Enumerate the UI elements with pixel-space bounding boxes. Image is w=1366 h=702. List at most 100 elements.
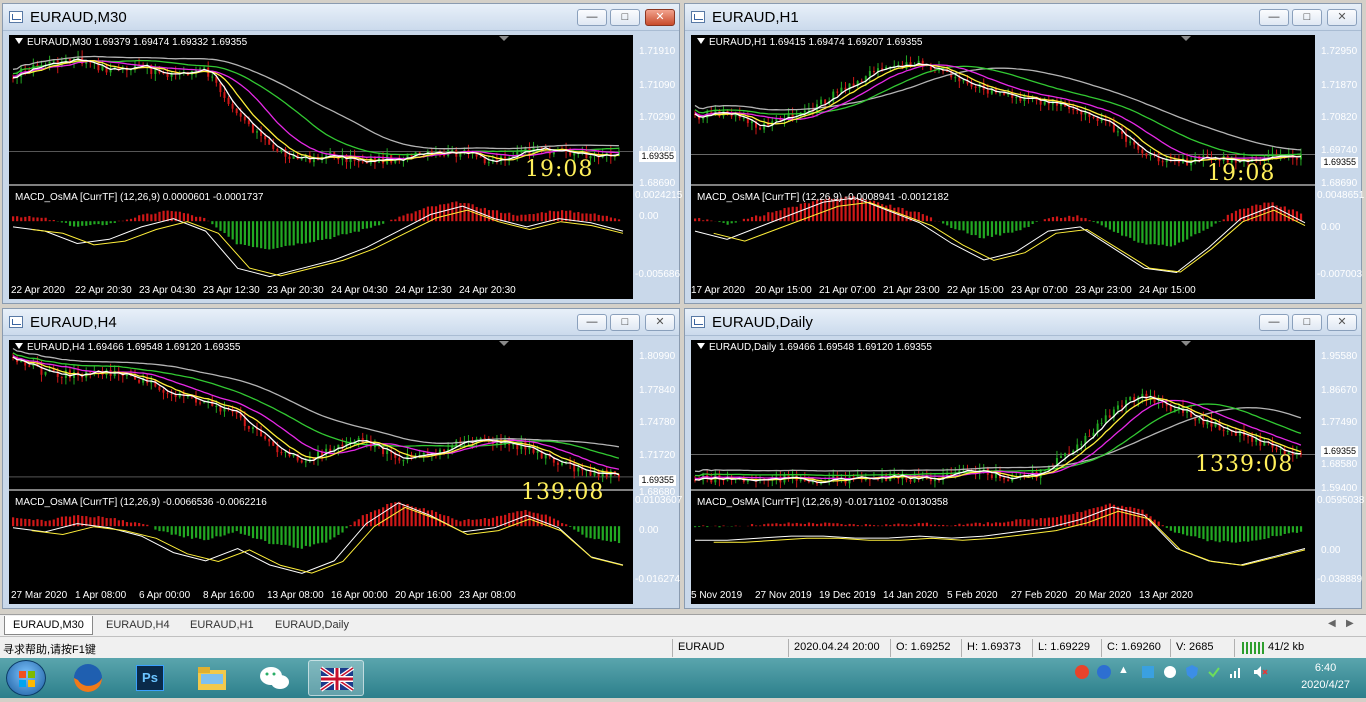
chart-canvas[interactable]: EURAUD,M30 1.69379 1.69474 1.69332 1.693… <box>9 35 633 299</box>
taskbar-clock[interactable]: 6:40 2020/4/27 <box>1301 660 1350 694</box>
chart-window-h4[interactable]: EURAUD,H4 — □ ✕ EURAUD,H4 1.69466 1.6954… <box>2 308 680 609</box>
tab-euraud-h4[interactable]: EURAUD,H4 <box>98 616 178 635</box>
close-button[interactable]: ✕ <box>1327 314 1357 331</box>
tab-euraud-m30[interactable]: EURAUD,M30 <box>4 616 93 635</box>
candle-body <box>971 84 973 87</box>
macd-histogram-bar <box>154 214 156 222</box>
candle-body <box>763 123 765 129</box>
network-cube-icon[interactable] <box>1140 664 1156 683</box>
macd-histogram-bar <box>1023 519 1025 526</box>
macd-histogram-bar <box>1011 221 1013 232</box>
chart-canvas[interactable]: EURAUD,Daily 1.69466 1.69548 1.69120 1.6… <box>691 340 1315 604</box>
help-icon[interactable] <box>1096 664 1112 683</box>
maximize-button[interactable]: □ <box>1292 314 1322 331</box>
minimize-button[interactable]: — <box>577 9 607 26</box>
candle-body <box>1227 431 1229 432</box>
tab-scroll-left-icon[interactable]: ◀ <box>1328 618 1336 629</box>
close-button[interactable]: ✕ <box>645 9 675 26</box>
photoshop-taskbar-button[interactable]: Ps <box>122 660 178 696</box>
macd-axis-label: -0.007003 <box>1317 269 1362 280</box>
macd-histogram-bar <box>276 526 278 544</box>
macd-histogram-bar <box>122 520 124 526</box>
macd-histogram-bar <box>702 525 704 526</box>
macd-indicator-label: MACD_OsMA [CurrTF] (12,26,9) -0.0066536 … <box>15 497 267 508</box>
status-open: O: 1.69252 <box>896 641 950 653</box>
macd-histogram-bar <box>771 212 773 221</box>
macd-histogram-bar <box>309 526 311 546</box>
macd-histogram-bar <box>816 524 818 526</box>
close-button[interactable]: ✕ <box>645 314 675 331</box>
macd-histogram-bar <box>1239 526 1241 542</box>
window-title-bar[interactable]: EURAUD,Daily — □ ✕ <box>685 309 1361 336</box>
metatrader-taskbar-button[interactable] <box>308 660 364 696</box>
minimize-button[interactable]: — <box>1259 314 1289 331</box>
macd-axis-label: 0.00 <box>639 525 658 536</box>
macd-histogram-bar <box>1109 221 1111 229</box>
candle-body <box>280 452 282 453</box>
candle-body <box>276 446 278 452</box>
macd-histogram-bar <box>735 221 737 222</box>
macd-histogram-bar <box>114 221 116 223</box>
macd-histogram-bar <box>1231 213 1233 221</box>
volume-muted-icon[interactable] <box>1252 664 1268 683</box>
macd-histogram-bar <box>755 525 757 526</box>
macd-histogram-bar <box>1101 221 1103 225</box>
macd-histogram-bar <box>1182 526 1184 534</box>
macd-histogram-bar <box>101 221 103 225</box>
macd-histogram-bar <box>333 526 335 537</box>
candle-body <box>167 393 169 394</box>
candle-body <box>248 120 250 124</box>
tab-euraud-h1[interactable]: EURAUD,H1 <box>182 616 262 635</box>
candle-body <box>836 92 838 93</box>
candle-body <box>264 436 266 439</box>
macd-histogram-bar <box>1284 526 1286 534</box>
clock-date: 2020/4/27 <box>1301 677 1350 694</box>
macd-histogram-bar <box>585 213 587 221</box>
macd-histogram-bar <box>759 526 761 527</box>
chart-window-m30[interactable]: EURAUD,M30 — □ ✕ EURAUD,M30 1.69379 1.69… <box>2 3 680 304</box>
macd-histogram-bar <box>594 526 596 539</box>
macd-histogram-bar <box>219 526 221 536</box>
macd-histogram-bar <box>508 213 510 222</box>
sogou-input-icon[interactable] <box>1074 664 1090 683</box>
chart-window-daily[interactable]: EURAUD,Daily — □ ✕ EURAUD,Daily 1.69466 … <box>684 308 1362 609</box>
chart-canvas[interactable]: EURAUD,H4 1.69466 1.69548 1.69120 1.6935… <box>9 340 633 604</box>
chart-window-h1[interactable]: EURAUD,H1 — □ ✕ EURAUD,H1 1.69415 1.6947… <box>684 3 1362 304</box>
macd-histogram-bar <box>1219 221 1221 222</box>
chart-tab-strip: EURAUD,M30 EURAUD,H4 EURAUD,H1 EURAUD,Da… <box>0 614 1366 636</box>
window-title-bar[interactable]: EURAUD,H4 — □ ✕ <box>3 309 679 336</box>
minimize-button[interactable]: — <box>577 314 607 331</box>
shield-icon[interactable] <box>1184 664 1200 683</box>
file-explorer-taskbar-button[interactable] <box>184 660 240 696</box>
window-title-bar[interactable]: EURAUD,M30 — □ ✕ <box>3 4 679 31</box>
firefox-taskbar-button[interactable] <box>60 660 116 696</box>
candle-body <box>1296 158 1298 160</box>
window-title-bar[interactable]: EURAUD,H1 — □ ✕ <box>685 4 1361 31</box>
macd-histogram-bar <box>844 525 846 526</box>
wechat-tray-icon[interactable] <box>1162 664 1178 683</box>
macd-histogram-bar <box>1202 526 1204 539</box>
candle-body <box>154 70 156 75</box>
maximize-button[interactable]: □ <box>1292 9 1322 26</box>
close-button[interactable]: ✕ <box>1327 9 1357 26</box>
macd-histogram-bar <box>792 524 794 527</box>
wechat-taskbar-button[interactable] <box>246 660 302 696</box>
candle-body <box>1121 405 1123 406</box>
collapse-triangle-icon <box>15 343 23 349</box>
minimize-button[interactable]: — <box>1259 9 1289 26</box>
signal-bars-icon[interactable] <box>1228 664 1244 683</box>
maximize-button[interactable]: □ <box>610 9 640 26</box>
candle-body <box>203 68 205 69</box>
macd-histogram-bar <box>987 522 989 526</box>
candle-body <box>820 100 822 105</box>
tab-euraud-daily[interactable]: EURAUD,Daily <box>267 616 357 635</box>
tray-expand-icon[interactable]: ▲ <box>1118 664 1129 676</box>
tab-scroll-right-icon[interactable]: ▶ <box>1346 618 1354 629</box>
maximize-button[interactable]: □ <box>610 314 640 331</box>
macd-histogram-bar <box>589 214 591 221</box>
macd-histogram-bar <box>1223 526 1225 541</box>
start-orb-icon[interactable] <box>6 660 46 696</box>
chart-canvas[interactable]: EURAUD,H1 1.69415 1.69474 1.69207 1.6935… <box>691 35 1315 299</box>
candle-body <box>1101 119 1103 121</box>
usb-check-icon[interactable] <box>1206 664 1222 683</box>
